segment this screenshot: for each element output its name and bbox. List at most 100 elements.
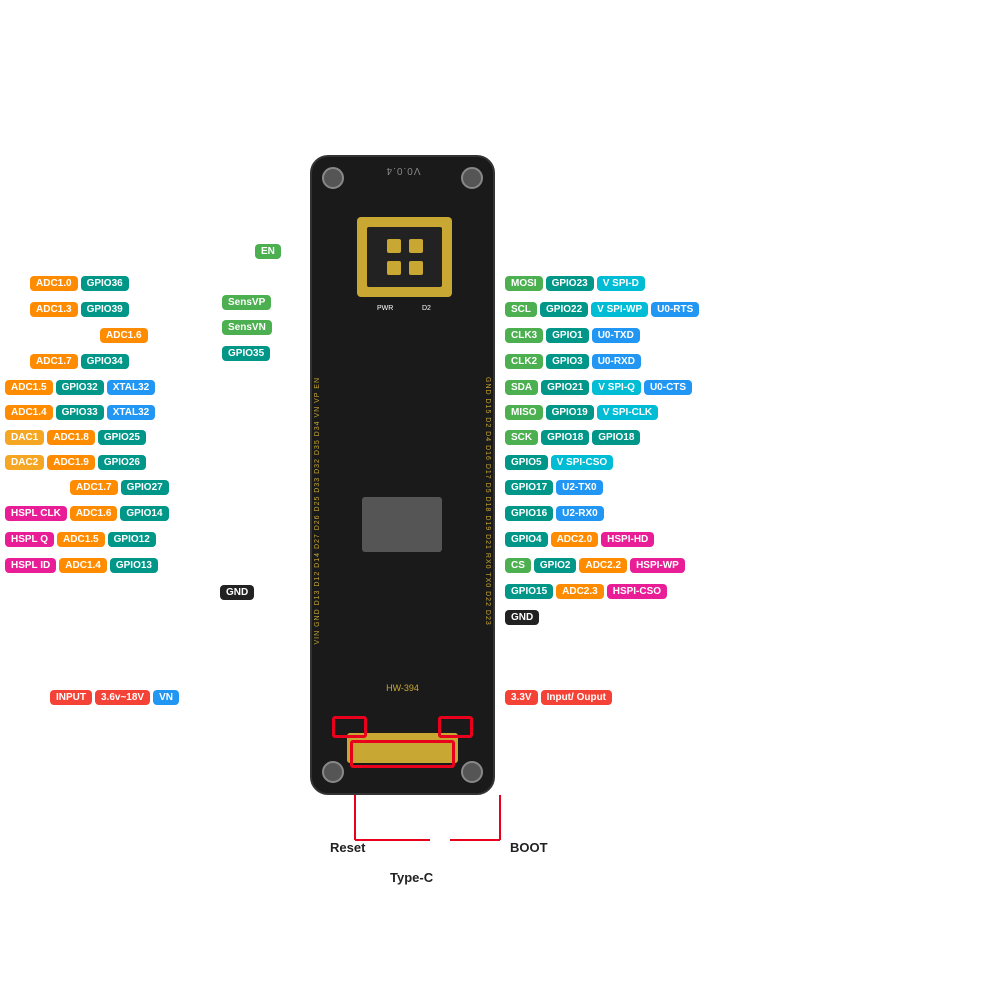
badge-xtal32b: XTAL32 <box>107 405 156 420</box>
board: V0.0.4 PWR D2 HW-394 <box>310 155 495 795</box>
badge-hspi-wp: HSPI-WP <box>630 558 685 573</box>
badge-gpio3: GPIO3 <box>546 354 589 369</box>
gpio35-row: GPIO35 <box>222 346 270 361</box>
chip-inner <box>367 227 442 287</box>
badge-u0rxd: U0-RXD <box>592 354 641 369</box>
badge-u0cts: U0-CTS <box>644 380 692 395</box>
badge-adc18: ADC1.8 <box>47 430 95 445</box>
pin-row-11: HSPL Q ADC1.5 GPIO12 <box>5 532 156 547</box>
badge-hspi-cso: HSPI-CSO <box>607 584 667 599</box>
diagram-container: V0.0.4 PWR D2 HW-394 <box>0 0 1001 1001</box>
badge-voltage: 3.6v~18V <box>95 690 150 705</box>
badge-sensvp: SensVP <box>222 295 271 310</box>
rpin-row-10: GPIO4 ADC2.0 HSPI-HD <box>505 532 654 547</box>
rpin-row-4: SDA GPIO21 V SPI-Q U0-CTS <box>505 380 692 395</box>
badge-gpio18b: GPIO18 <box>592 430 640 445</box>
pin-row-10: HSPL CLK ADC1.6 GPIO14 <box>5 506 169 521</box>
badge-gnd-left: GND <box>220 585 254 600</box>
pin-row-3: ADC1.6 <box>100 328 148 343</box>
rpin-row-7: GPIO5 V SPI-CSO <box>505 455 613 470</box>
badge-gpio17: GPIO17 <box>505 480 553 495</box>
badge-adc20: ADC2.0 <box>551 532 599 547</box>
badge-xtal32a: XTAL32 <box>107 380 156 395</box>
main-chip <box>357 217 452 297</box>
rpin-row-1: SCL GPIO22 V SPI-WP U0-RTS <box>505 302 699 317</box>
d2-label: D2 <box>422 305 431 312</box>
pin-row-7: DAC1 ADC1.8 GPIO25 <box>5 430 146 445</box>
badge-gpio39: GPIO39 <box>81 302 129 317</box>
rpin-row-2: CLK3 GPIO1 U0-TXD <box>505 328 640 343</box>
badge-dac1: DAC1 <box>5 430 44 445</box>
pin-row-1: ADC1.0 GPIO36 <box>30 276 129 291</box>
chip-dot <box>387 261 401 275</box>
rpin-row-8: GPIO17 U2-TX0 <box>505 480 603 495</box>
corner-br <box>461 761 483 783</box>
badge-u2tx0: U2-TX0 <box>556 480 602 495</box>
badge-gpio21: GPIO21 <box>541 380 589 395</box>
badge-vspi-wp: V SPI-WP <box>591 302 648 317</box>
boot-button-highlight[interactable] <box>438 716 473 738</box>
reset-button-highlight[interactable] <box>332 716 367 738</box>
badge-vspi-q: V SPI-Q <box>592 380 641 395</box>
badge-gpio19: GPIO19 <box>546 405 594 420</box>
pin-row-8: DAC2 ADC1.9 GPIO26 <box>5 455 146 470</box>
badge-gpio2: GPIO2 <box>534 558 577 573</box>
badge-sda: SDA <box>505 380 538 395</box>
badge-gpio27: GPIO27 <box>121 480 169 495</box>
badge-adc15b: ADC1.5 <box>57 532 105 547</box>
reset-label: Reset <box>330 840 365 855</box>
rpin-row-9: GPIO16 U2-RX0 <box>505 506 604 521</box>
badge-io: Input/ Ouput <box>541 690 612 705</box>
badge-gpio12: GPIO12 <box>108 532 156 547</box>
badge-gpio25: GPIO25 <box>98 430 146 445</box>
pwr-label: PWR <box>377 305 393 312</box>
badge-u0rts: U0-RTS <box>651 302 699 317</box>
badge-gpio35: GPIO35 <box>222 346 270 361</box>
sensvp-row: SensVP <box>222 295 271 310</box>
rpin-row-12: GPIO15 ADC2.3 HSPI-CSO <box>505 584 667 599</box>
badge-scl: SCL <box>505 302 537 317</box>
annotation-svg <box>0 0 1001 1001</box>
badge-gpio16: GPIO16 <box>505 506 553 521</box>
badge-u2rx0: U2-RX0 <box>556 506 604 521</box>
badge-cs: CS <box>505 558 531 573</box>
pin-row-6: ADC1.4 GPIO33 XTAL32 <box>5 405 155 420</box>
vert-left: VIN GND D13 D12 D14 D27 D26 D25 D33 D32 … <box>314 377 321 645</box>
badge-adc17: ADC1.7 <box>30 354 78 369</box>
badge-u0txd: U0-TXD <box>592 328 640 343</box>
pin-en: EN <box>255 244 281 259</box>
badge-vspi-d: V SPI-D <box>597 276 645 291</box>
hw-label: HW-394 <box>386 683 419 693</box>
badge-gpio22: GPIO22 <box>540 302 588 317</box>
badge-input: INPUT <box>50 690 92 705</box>
badge-gpio18a: GPIO18 <box>541 430 589 445</box>
ic-chip <box>362 497 442 552</box>
pin-row-12: HSPL ID ADC1.4 GPIO13 <box>5 558 158 573</box>
rpin-row-0: MOSI GPIO23 V SPI-D <box>505 276 645 291</box>
rpin-row-6: SCK GPIO18 GPIO18 <box>505 430 640 445</box>
pin-row-13: GND <box>220 585 254 600</box>
chip-dot <box>409 239 423 253</box>
badge-adc16a: ADC1.6 <box>100 328 148 343</box>
pin-row-9: ADC1.7 GPIO27 <box>70 480 169 495</box>
badge-adc16b: ADC1.6 <box>70 506 118 521</box>
rpin-row-13: GND <box>505 610 539 625</box>
badge-en: EN <box>255 244 281 259</box>
badge-gpio32: GPIO32 <box>56 380 104 395</box>
badge-gpio33: GPIO33 <box>56 405 104 420</box>
badge-gpio36: GPIO36 <box>81 276 129 291</box>
badge-vspi-clk: V SPI-CLK <box>597 405 658 420</box>
badge-clk3: CLK3 <box>505 328 543 343</box>
badge-gpio13: GPIO13 <box>110 558 158 573</box>
typec-highlight[interactable] <box>350 740 455 768</box>
badge-gpio14: GPIO14 <box>120 506 168 521</box>
vert-right: GND D15 D2 D4 D16 D17 D5 D18 D19 D21 RX0… <box>484 377 491 626</box>
sensvn-row: SensVN <box>222 320 272 335</box>
badge-gpio5: GPIO5 <box>505 455 548 470</box>
boot-label: BOOT <box>510 840 548 855</box>
pin-row-5: ADC1.5 GPIO32 XTAL32 <box>5 380 155 395</box>
corner-tl <box>322 167 344 189</box>
badge-gnd-right: GND <box>505 610 539 625</box>
badge-sensvn: SensVN <box>222 320 272 335</box>
badge-gpio4: GPIO4 <box>505 532 548 547</box>
